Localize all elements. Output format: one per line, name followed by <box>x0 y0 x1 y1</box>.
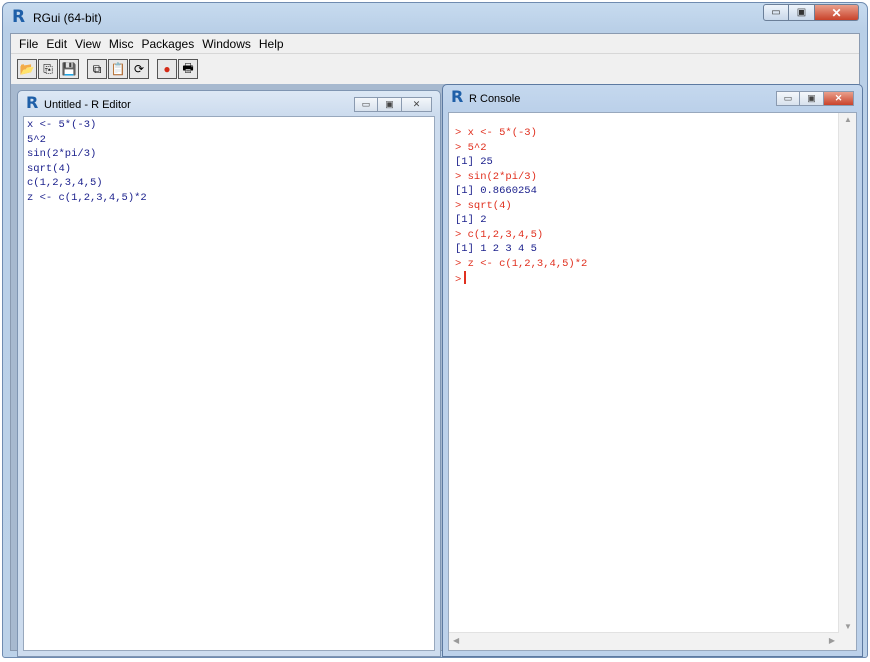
r-logo-icon: R <box>451 87 464 106</box>
scroll-right-icon[interactable]: ▶ <box>829 636 835 645</box>
app-title: RGui (64-bit) <box>33 11 102 25</box>
r-logo-icon: R <box>12 7 26 27</box>
scroll-down-icon[interactable]: ▼ <box>844 622 852 631</box>
open-script-icon: 📂 <box>19 62 35 76</box>
console-input-line: > sin(2*pi/3) <box>455 170 537 183</box>
close-button[interactable]: ✕ <box>815 4 859 21</box>
console-output-line: [1] 25 <box>455 156 493 168</box>
console-output-line: [1] 2 <box>455 214 487 226</box>
copy-paste-icon: ⟳ <box>133 62 145 76</box>
editor-line: 5^2 <box>27 133 46 146</box>
menu-misc[interactable]: Misc <box>105 37 138 51</box>
editor-line: sin(2*pi/3) <box>27 148 97 160</box>
rgui-main-window: R RGui (64-bit) ▭ ▣ ✕ File Edit View Mis… <box>2 2 868 658</box>
copy-icon: ⧉ <box>92 61 102 76</box>
menu-help[interactable]: Help <box>255 37 288 51</box>
paste-button[interactable]: 📋 <box>108 59 128 79</box>
r-editor-window: R Untitled - R Editor ▭ ▣ ✕ x <- 5*(-3) 5… <box>17 90 441 657</box>
menu-edit[interactable]: Edit <box>42 37 71 51</box>
menu-view[interactable]: View <box>71 37 105 51</box>
console-input-line: > sqrt(4) <box>455 199 512 212</box>
copy-button[interactable]: ⧉ <box>87 59 107 79</box>
editor-line: x <- 5*(-3) <box>27 119 97 131</box>
menu-packages[interactable]: Packages <box>138 37 199 51</box>
load-workspace-icon: ⎘ <box>43 61 53 76</box>
stop-button[interactable]: ● <box>157 59 177 79</box>
scroll-up-icon[interactable]: ▲ <box>844 115 852 124</box>
console-output-line: [1] 0.8660254 <box>455 185 537 197</box>
window-controls: ▭ ▣ ✕ <box>763 4 859 21</box>
editor-line: sqrt(4) <box>27 162 72 175</box>
menu-file[interactable]: File <box>15 37 42 51</box>
menu-windows[interactable]: Windows <box>198 37 255 51</box>
console-transcript: > x <- 5*(-3) > 5^2 [1] 25 > sin(2*pi/3) [1]… <box>449 113 856 288</box>
editor-window-controls: ▭ ▣ ✕ <box>354 97 432 112</box>
console-output-area[interactable]: > x <- 5*(-3) > 5^2 [1] 25 > sin(2*pi/3) [1]… <box>448 112 857 651</box>
console-title: R Console <box>469 93 521 105</box>
editor-line: c(1,2,3,4,5) <box>27 177 103 189</box>
console-input-line: > c(1,2,3,4,5) <box>455 228 544 241</box>
console-minimize-button[interactable]: ▭ <box>776 91 800 106</box>
maximize-button[interactable]: ▣ <box>789 4 815 21</box>
console-prompt: > <box>455 274 462 286</box>
client-area: File Edit View Misc Packages Windows Hel… <box>10 33 863 657</box>
editor-title: Untitled - R Editor <box>44 99 131 111</box>
console-prompt-line[interactable]: > <box>455 271 852 288</box>
minimize-button[interactable]: ▭ <box>763 4 789 21</box>
app-title-bar[interactable]: R RGui (64-bit) ▭ ▣ ✕ <box>3 3 867 33</box>
console-input-line: > z <- c(1,2,3,4,5)*2 <box>455 257 588 270</box>
resize-grip[interactable] <box>839 633 856 650</box>
console-input-line: > x <- 5*(-3) <box>455 127 537 139</box>
console-input-line: > 5^2 <box>455 141 487 154</box>
toolbar: 📂 ⎘ 💾 ⧉ 📋 ⟳ ● 🖶 <box>11 53 859 85</box>
print-button[interactable]: 🖶 <box>178 59 198 79</box>
editor-close-button[interactable]: ✕ <box>402 97 432 112</box>
stop-icon: ● <box>163 62 171 76</box>
menu-bar: File Edit View Misc Packages Windows Hel… <box>11 34 859 53</box>
mdi-workspace: R Untitled - R Editor ▭ ▣ ✕ x <- 5*(-3) 5… <box>11 84 863 657</box>
console-close-button[interactable]: ✕ <box>824 91 854 106</box>
copy-paste-button[interactable]: ⟳ <box>129 59 149 79</box>
editor-text-area[interactable]: x <- 5*(-3) 5^2 sin(2*pi/3) sqrt(4) c(1,2,3,… <box>23 116 435 651</box>
text-cursor <box>464 271 467 284</box>
r-logo-icon: R <box>26 93 39 112</box>
console-output-line: [1] 1 2 3 4 5 <box>455 243 537 255</box>
console-vertical-scrollbar[interactable]: ▲ ▼ <box>838 113 856 633</box>
save-workspace-button[interactable]: 💾 <box>59 59 79 79</box>
editor-line: z <- c(1,2,3,4,5)*2 <box>27 191 147 204</box>
console-window-controls: ▭ ▣ ✕ <box>776 91 854 106</box>
editor-code: x <- 5*(-3) 5^2 sin(2*pi/3) sqrt(4) c(1,2,3,… <box>24 117 434 206</box>
paste-icon: 📋 <box>110 62 126 76</box>
console-maximize-button[interactable]: ▣ <box>800 91 824 106</box>
load-workspace-button[interactable]: ⎘ <box>38 59 58 79</box>
editor-minimize-button[interactable]: ▭ <box>354 97 378 112</box>
open-script-button[interactable]: 📂 <box>17 59 37 79</box>
r-console-window: R R Console ▭ ▣ ✕ > x <- 5*(-3) > 5^2 [1] … <box>442 84 863 657</box>
console-horizontal-scrollbar[interactable]: ◀ ▶ <box>449 632 839 650</box>
scroll-left-icon[interactable]: ◀ <box>453 636 459 645</box>
print-icon: 🖶 <box>182 60 194 75</box>
save-workspace-icon: 💾 <box>61 62 77 76</box>
editor-maximize-button[interactable]: ▣ <box>378 97 402 112</box>
